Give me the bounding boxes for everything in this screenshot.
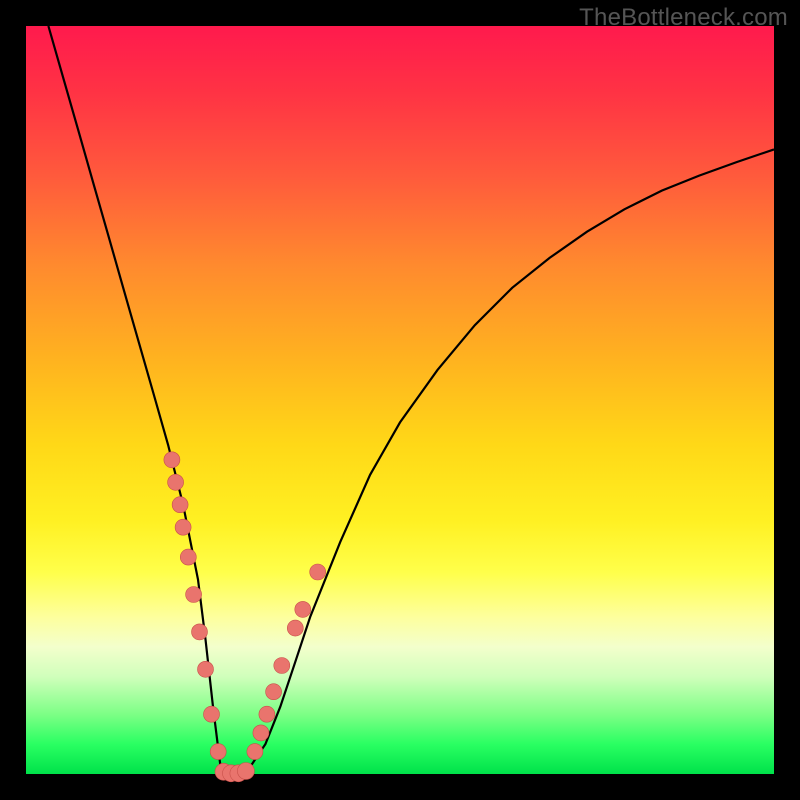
curve-marker: [247, 744, 263, 760]
chart-frame: TheBottleneck.com: [0, 0, 800, 800]
curve-marker: [287, 620, 303, 636]
curve-marker: [192, 624, 208, 640]
curve-marker: [164, 452, 180, 468]
curve-marker: [172, 497, 188, 513]
chart-svg: [26, 26, 774, 774]
curve-marker: [210, 744, 226, 760]
curve-marker: [274, 658, 290, 674]
curve-marker: [204, 706, 220, 722]
curve-marker: [266, 684, 282, 700]
curve-marker: [198, 661, 214, 677]
curve-marker: [237, 763, 254, 780]
curve-marker: [259, 706, 275, 722]
curve-marker: [310, 564, 326, 580]
curve-marker: [186, 587, 202, 603]
curve-marker: [180, 549, 196, 565]
curve-markers: [164, 452, 326, 782]
curve-marker: [168, 474, 184, 490]
bottleneck-curve: [48, 26, 774, 774]
curve-marker: [295, 601, 311, 617]
curve-marker: [253, 725, 269, 741]
plot-area: [26, 26, 774, 774]
curve-marker: [175, 519, 191, 535]
